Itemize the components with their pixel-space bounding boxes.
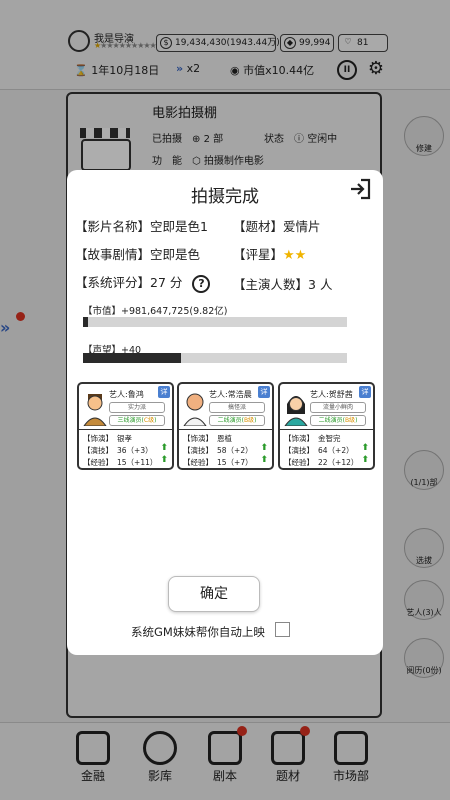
actor-avatar-icon — [284, 396, 308, 426]
exit-icon[interactable] — [349, 178, 371, 200]
auto-release-checkbox[interactable] — [275, 622, 290, 637]
help-icon[interactable]: ? — [192, 274, 211, 293]
shoot-complete-dialog: 拍摄完成 【影片名称】空即是色1 【题材】爱情片 【故事剧情】空即是色 【评星】… — [67, 170, 383, 655]
actor-card[interactable]: 艺人:贺舒茜 流量小鲜肉 二线演员(B级) 详 【饰演】 金智完 【演技】 64（+… — [278, 382, 375, 470]
fame-progress-fill — [83, 353, 181, 363]
actor-avatar-icon — [83, 394, 107, 426]
up-arrow-icon: ⬆ — [260, 455, 268, 465]
fame-progress-bar — [83, 353, 347, 363]
detail-icon[interactable]: 详 — [258, 386, 270, 398]
dialog-title: 拍摄完成 — [191, 187, 259, 207]
up-arrow-icon: ⬆ — [361, 455, 369, 465]
up-arrow-icon: ⬆ — [160, 443, 168, 453]
lead-count-row: 【主演人数】3 人 — [233, 277, 333, 292]
up-arrow-icon: ⬆ — [260, 443, 268, 453]
actor-card[interactable]: 艺人:鲁鸿 实力派 三线演员(C级) 详 【饰演】 银孝 【演技】 36（+3） 【… — [77, 382, 174, 470]
market-progress-bar — [83, 317, 347, 327]
market-progress-fill — [83, 317, 89, 327]
film-name-row: 【影片名称】空即是色1 — [75, 219, 208, 234]
market-bar-label: 【市值】+981,647,725(9.82亿) — [83, 306, 228, 317]
detail-icon[interactable]: 详 — [158, 386, 170, 398]
confirm-button[interactable]: 确定 — [168, 576, 260, 612]
actor-card[interactable]: 艺人:常浩晨 搞怪派 二线演员(B级) 详 【饰演】 恩植 【演技】 58（+2） … — [177, 382, 274, 470]
plot-row: 【故事剧情】空即是色 — [75, 247, 201, 262]
genre-row: 【题材】爱情片 — [233, 219, 321, 234]
score-row: 【系统评分】27 分? — [75, 272, 211, 293]
up-arrow-icon: ⬆ — [160, 455, 168, 465]
auto-release-label: 系统GM妹妹帮你自动上映 — [131, 625, 265, 639]
up-arrow-icon: ⬆ — [361, 443, 369, 453]
actor-avatar-icon — [183, 393, 207, 426]
rating-stars: ★★ — [283, 248, 307, 263]
detail-icon[interactable]: 详 — [359, 386, 371, 398]
rating-row: 【评星】★★ — [233, 247, 307, 263]
